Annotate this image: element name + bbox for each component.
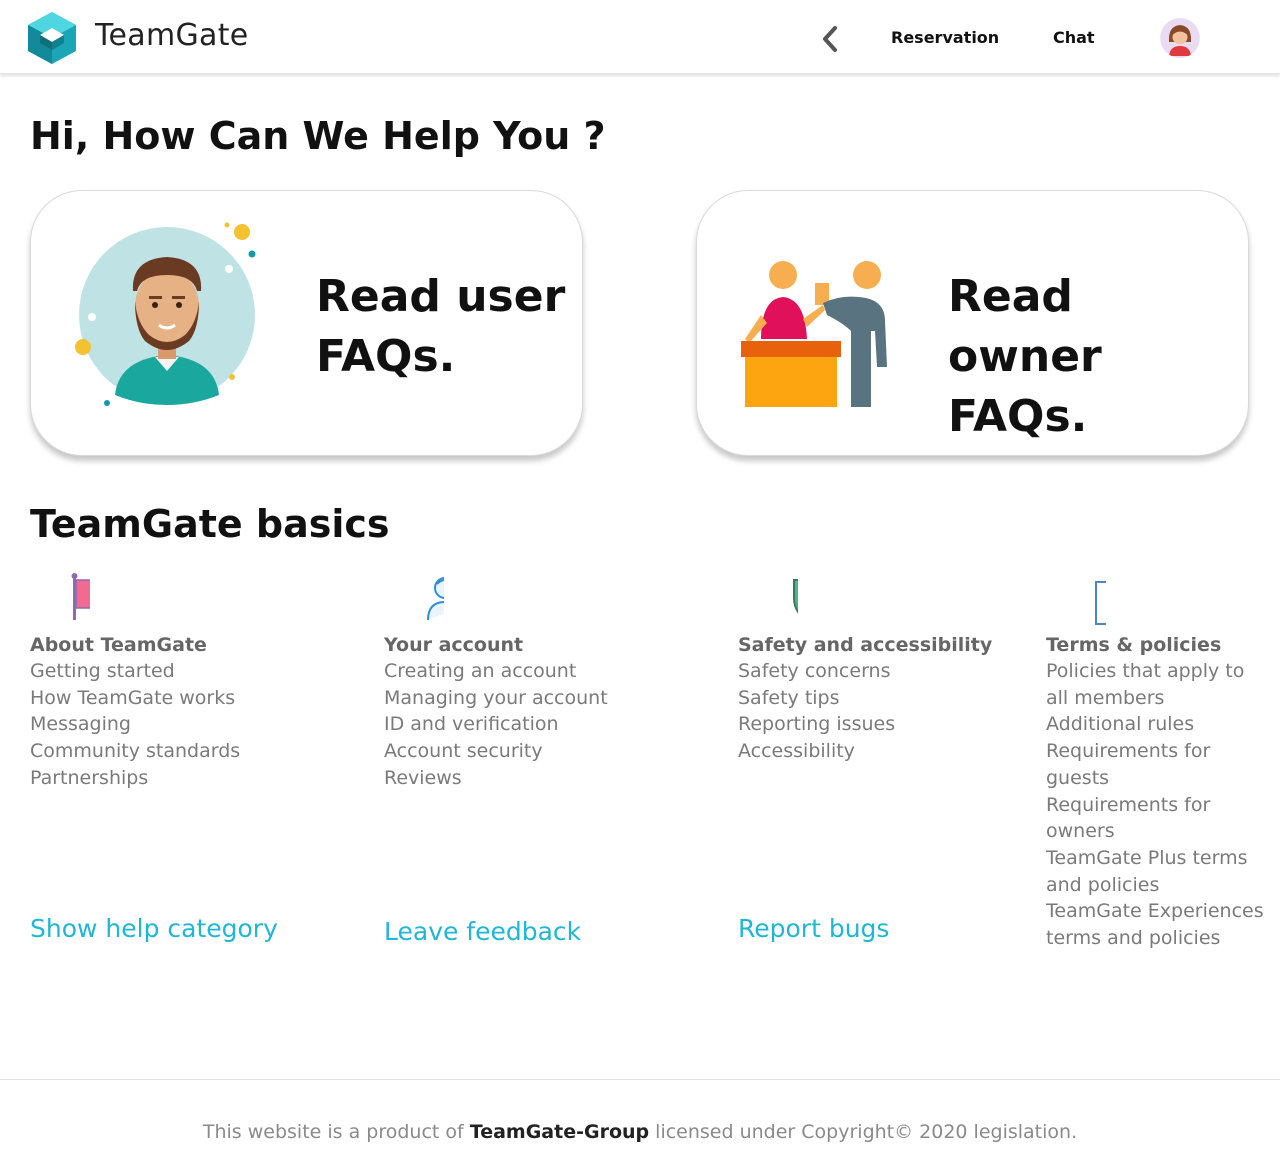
top-navbar: TeamGate Reservation Chat xyxy=(0,0,1280,74)
list-item[interactable]: Reporting issues xyxy=(738,711,1038,738)
list-item[interactable]: TeamGate Experiences terms and policies xyxy=(1046,898,1266,951)
footer-copyright: This website is a product of TeamGate-Gr… xyxy=(0,1121,1280,1143)
column-title[interactable]: Your account xyxy=(384,632,704,658)
list-item[interactable]: Messaging xyxy=(30,711,350,738)
book-bookmark-icon xyxy=(1095,581,1106,625)
list-item[interactable]: Creating an account xyxy=(384,658,704,685)
list-item[interactable]: Safety concerns xyxy=(738,658,1038,685)
show-help-category-link[interactable]: Show help category xyxy=(30,914,278,943)
list-item[interactable]: Partnerships xyxy=(30,765,350,792)
user-faq-card[interactable]: Read user FAQs. xyxy=(30,190,583,456)
list-item[interactable]: ID and verification xyxy=(384,711,704,738)
footer: This website is a product of TeamGate-Gr… xyxy=(0,1079,1280,1153)
list-item[interactable]: Safety tips xyxy=(738,685,1038,712)
footer-company[interactable]: TeamGate-Group xyxy=(470,1121,649,1143)
list-item[interactable]: Account security xyxy=(384,738,704,765)
list-item[interactable]: How TeamGate works xyxy=(30,685,350,712)
chevron-left-icon[interactable] xyxy=(818,24,842,54)
nav-reservation[interactable]: Reservation xyxy=(891,28,999,47)
basics-column-safety: Safety and accessibility Safety concerns… xyxy=(738,572,1038,765)
basics-column-terms: Terms & policies Policies that apply to … xyxy=(1046,572,1266,952)
basics-column-about: About TeamGate Getting started How TeamG… xyxy=(30,572,350,792)
list-item[interactable]: Getting started xyxy=(30,658,350,685)
user-faq-label[interactable]: Read user FAQs. xyxy=(316,267,566,387)
list-item[interactable]: Reviews xyxy=(384,765,704,792)
footer-suffix: licensed under Copyright© 2020 legislati… xyxy=(655,1121,1078,1143)
section-title-basics: TeamGate basics xyxy=(30,502,390,546)
list-item[interactable]: Accessibility xyxy=(738,738,1038,765)
column-title[interactable]: Terms & policies xyxy=(1046,632,1266,658)
list-item[interactable]: Policies that apply to all members xyxy=(1046,658,1266,711)
owner-faq-label[interactable]: Read owner FAQs. xyxy=(948,267,1238,447)
user-edit-icon xyxy=(427,577,444,621)
owner-faq-card[interactable]: Read owner FAQs. xyxy=(696,190,1249,456)
column-title[interactable]: Safety and accessibility xyxy=(738,632,1038,658)
user-portrait-illustration xyxy=(75,222,256,406)
list-item[interactable]: Managing your account xyxy=(384,685,704,712)
reception-desk-illustration xyxy=(741,261,887,407)
flag-icon xyxy=(71,573,90,620)
page-title: Hi, How Can We Help You ? xyxy=(30,114,606,158)
footer-prefix: This website is a product of xyxy=(202,1121,464,1143)
list-item[interactable]: Requirements for owners xyxy=(1046,792,1266,845)
list-item[interactable]: Additional rules xyxy=(1046,711,1266,738)
list-item[interactable]: TeamGate Plus terms and policies xyxy=(1046,845,1266,898)
user-avatar-icon[interactable] xyxy=(1160,18,1200,58)
leave-feedback-link[interactable]: Leave feedback xyxy=(384,917,581,946)
shield-check-icon xyxy=(793,578,798,614)
teamgate-logo-icon[interactable] xyxy=(26,10,78,66)
column-title[interactable]: About TeamGate xyxy=(30,632,350,658)
report-bugs-link[interactable]: Report bugs xyxy=(738,914,889,943)
brand-name[interactable]: TeamGate xyxy=(95,18,249,53)
nav-chat[interactable]: Chat xyxy=(1053,28,1095,47)
basics-column-account: Your account Creating an account Managin… xyxy=(384,572,704,792)
list-item[interactable]: Community standards xyxy=(30,738,350,765)
list-item[interactable]: Requirements for guests xyxy=(1046,738,1266,791)
